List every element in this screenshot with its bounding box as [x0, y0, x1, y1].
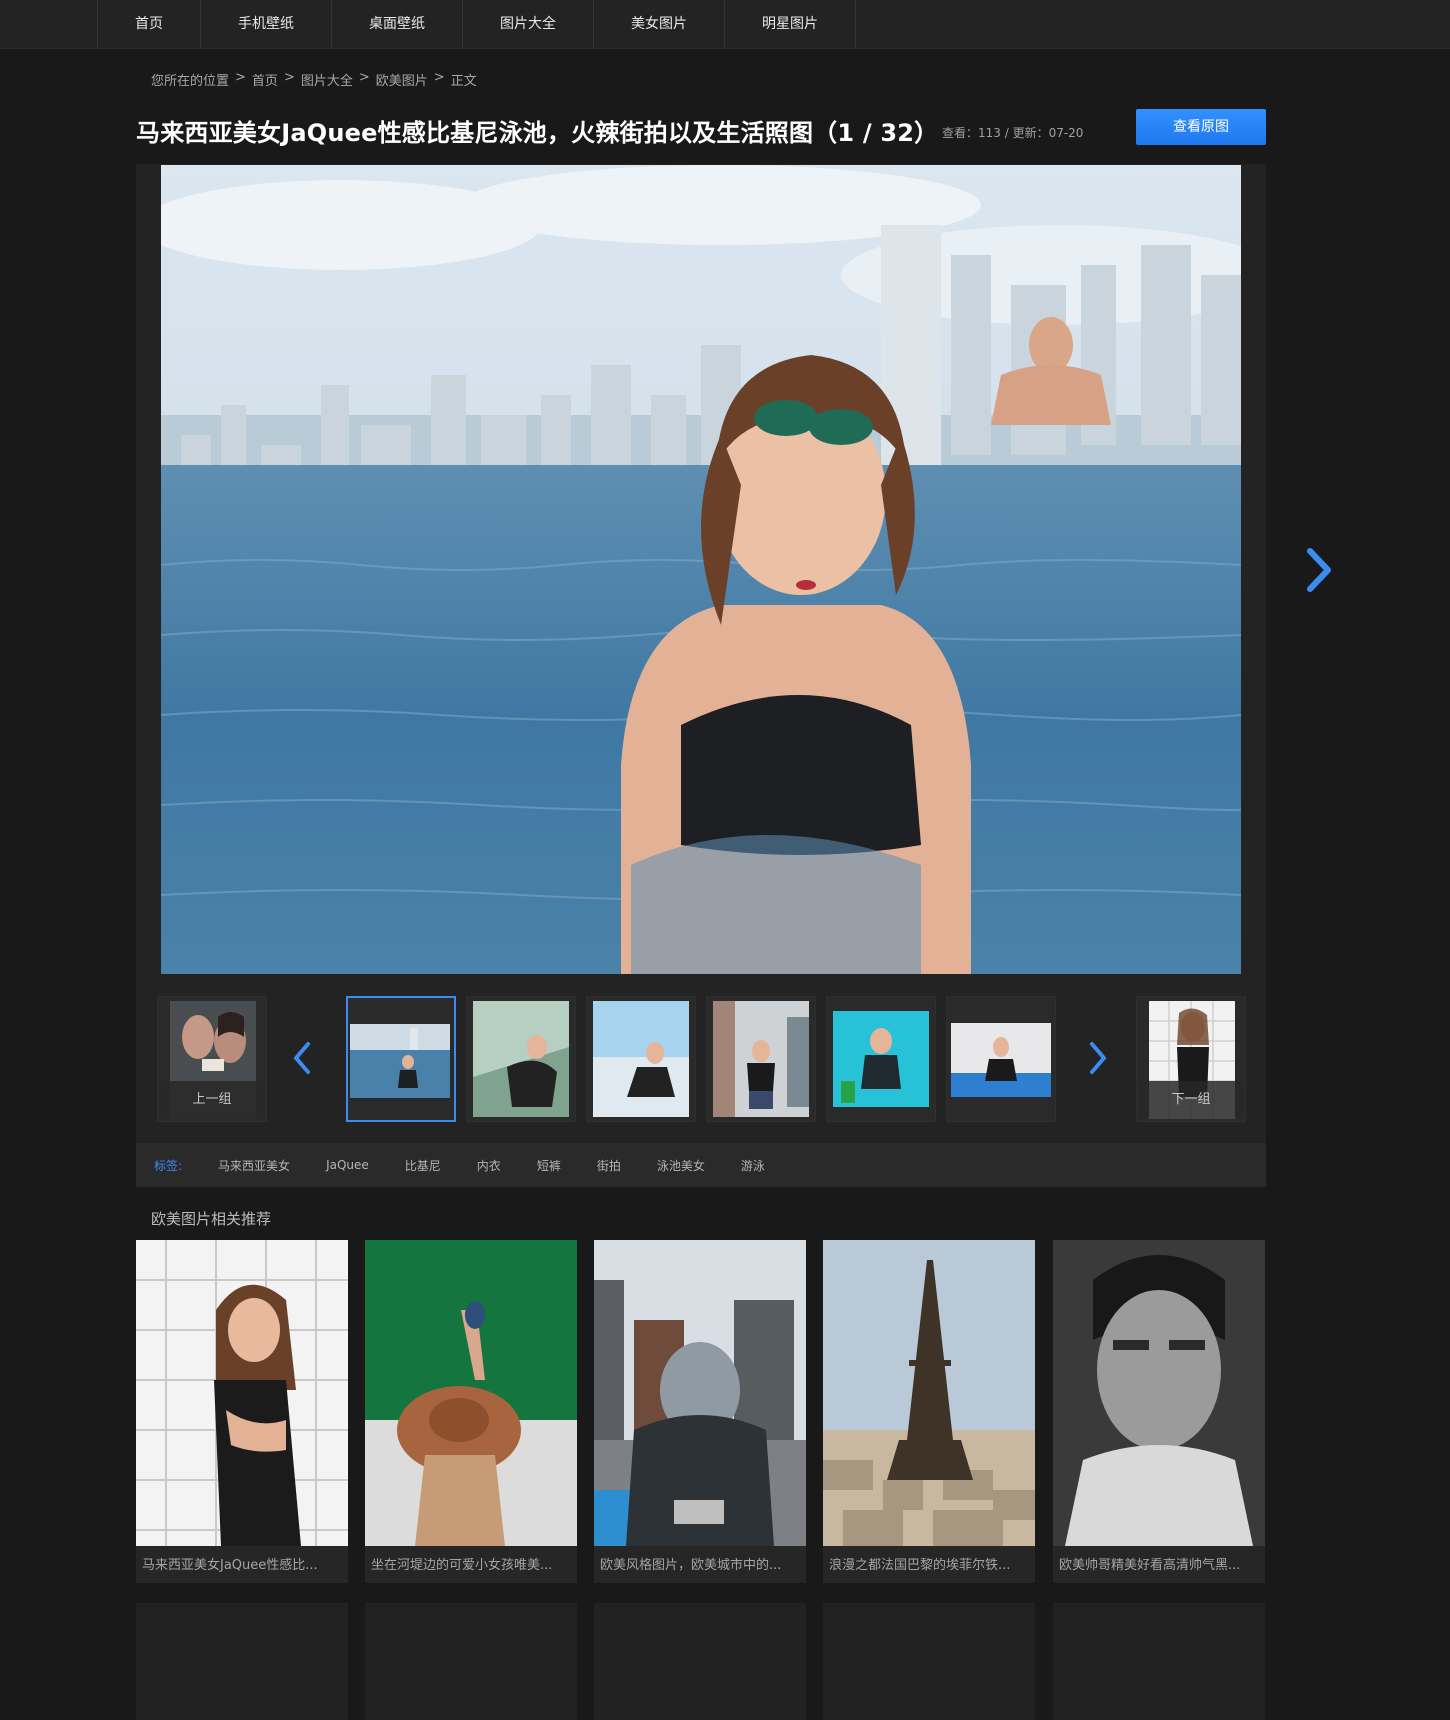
strip-prev-arrow-icon[interactable] — [290, 1040, 314, 1076]
main-photo[interactable] — [161, 165, 1241, 974]
next-group-button[interactable]: 下一组 — [1136, 996, 1246, 1122]
tag-link[interactable]: JaQuee — [326, 1158, 369, 1172]
related-card-caption: 欧美风格图片，欧美城市中的... — [600, 1558, 782, 1573]
strip-next-arrow-icon[interactable] — [1086, 1040, 1110, 1076]
page-title: 马来西亚美女JaQuee性感比基尼泳池，火辣街拍以及生活照图（1 / 32） — [136, 119, 939, 147]
related-card-image — [136, 1240, 348, 1546]
breadcrumb-separator: > — [358, 70, 370, 85]
related-card-placeholder — [594, 1603, 806, 1720]
related-card[interactable]: 浪漫之都法国巴黎的埃菲尔铁... — [823, 1240, 1035, 1583]
breadcrumb: 您所在的位置 > 首页 > 图片大全 > 欧美图片 > 正文 — [151, 70, 477, 89]
related-card-placeholder — [1053, 1603, 1265, 1720]
tag-link[interactable]: 比基尼 — [405, 1157, 441, 1174]
tags-label: 标签: — [154, 1158, 183, 1173]
related-card-placeholder — [136, 1603, 348, 1720]
related-card-caption: 浪漫之都法国巴黎的埃菲尔铁... — [829, 1558, 1011, 1573]
next-group-label: 下一组 — [1139, 1081, 1243, 1119]
related-section-title: 欧美图片相关推荐 — [151, 1210, 272, 1228]
nav-item-desktop-wallpaper[interactable]: 桌面壁纸 — [331, 0, 462, 49]
related-card-image — [365, 1240, 577, 1546]
related-card[interactable]: 坐在河堤边的可爱小女孩唯美... — [365, 1240, 577, 1583]
thumbnail[interactable] — [346, 996, 456, 1122]
thumbnail[interactable] — [466, 996, 576, 1122]
related-card[interactable]: 欧美风格图片，欧美城市中的... — [594, 1240, 806, 1583]
breadcrumb-separator: > — [235, 70, 246, 85]
breadcrumb-separator: > — [283, 70, 295, 85]
view-count-meta: 查看：113 / 更新：07-20 — [942, 126, 1084, 140]
tag-link[interactable]: 马来西亚美女 — [218, 1157, 290, 1174]
related-card-placeholder — [365, 1603, 577, 1720]
nav-item-celebrity[interactable]: 明星图片 — [724, 0, 856, 49]
related-card-caption: 欧美帅哥精美好看高清帅气黑... — [1059, 1558, 1241, 1573]
top-nav-bar: 首页 手机壁纸 桌面壁纸 图片大全 美女图片 明星图片 — [0, 0, 1450, 49]
related-card-caption: 马来西亚美女JaQuee性感比... — [142, 1558, 318, 1573]
nav-item-pictures[interactable]: 图片大全 — [462, 0, 593, 49]
tag-link[interactable]: 泳池美女 — [657, 1157, 705, 1174]
tag-link[interactable]: 游泳 — [741, 1157, 765, 1174]
thumbnail[interactable] — [706, 996, 816, 1122]
view-original-button[interactable]: 查看原图 — [1136, 109, 1266, 145]
breadcrumb-separator: > — [433, 70, 445, 85]
related-card[interactable]: 马来西亚美女JaQuee性感比... — [136, 1240, 348, 1583]
thumbnail[interactable] — [946, 996, 1056, 1122]
related-card-image — [594, 1240, 806, 1546]
tag-link[interactable]: 内衣 — [477, 1157, 501, 1174]
related-card[interactable]: 欧美帅哥精美好看高清帅气黑... — [1053, 1240, 1265, 1583]
thumbnail[interactable] — [586, 996, 696, 1122]
prev-group-button[interactable]: 上一组 — [157, 996, 267, 1122]
related-card-image — [823, 1240, 1035, 1546]
main-nav: 首页 手机壁纸 桌面壁纸 图片大全 美女图片 明星图片 — [97, 0, 856, 49]
prev-group-label: 上一组 — [160, 1081, 264, 1119]
next-image-arrow-icon[interactable] — [1298, 545, 1338, 595]
breadcrumb-western[interactable]: 欧美图片 — [376, 70, 428, 89]
tag-link[interactable]: 短裤 — [537, 1157, 561, 1174]
tag-bar: 标签: 马来西亚美女 JaQuee 比基尼 内衣 短裤 街拍 泳池美女 游泳 — [136, 1143, 1266, 1187]
breadcrumb-prefix: 您所在的位置 — [151, 74, 230, 89]
related-card-placeholder — [823, 1603, 1035, 1720]
nav-item-mobile-wallpaper[interactable]: 手机壁纸 — [200, 0, 331, 49]
related-card-image — [1053, 1240, 1265, 1546]
breadcrumb-current: 正文 — [450, 74, 477, 89]
nav-item-home[interactable]: 首页 — [97, 0, 200, 49]
nav-item-beauty[interactable]: 美女图片 — [593, 0, 724, 49]
thumbnail[interactable] — [826, 996, 936, 1122]
breadcrumb-pictures[interactable]: 图片大全 — [301, 70, 353, 89]
image-viewer — [136, 164, 1266, 1144]
related-card-caption: 坐在河堤边的可爱小女孩唯美... — [371, 1558, 553, 1573]
tag-link[interactable]: 街拍 — [597, 1157, 621, 1174]
breadcrumb-home[interactable]: 首页 — [252, 70, 278, 89]
